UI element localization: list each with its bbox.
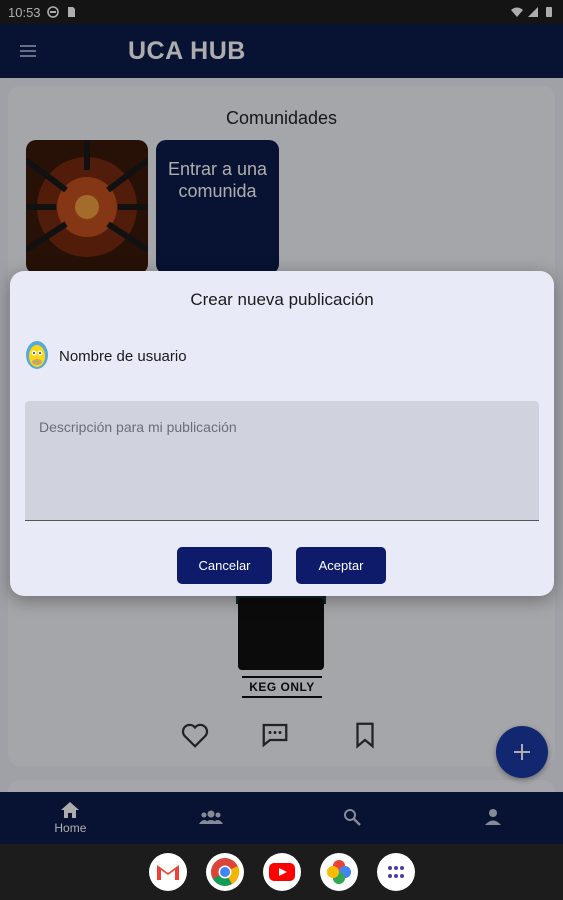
gmail-icon xyxy=(156,865,179,880)
photos-app-icon[interactable] xyxy=(319,853,358,891)
dialog-title: Crear nueva publicación xyxy=(190,290,374,309)
chrome-icon xyxy=(210,858,239,886)
youtube-app-icon[interactable] xyxy=(262,853,301,891)
gmail-app-icon[interactable] xyxy=(148,853,187,891)
app-drawer-button[interactable] xyxy=(376,853,415,891)
user-row: Nombre de usuario xyxy=(25,341,187,371)
photos-icon xyxy=(326,860,351,884)
accept-button-label: Aceptar xyxy=(318,558,364,573)
youtube-icon xyxy=(268,863,295,881)
app-drawer-icon xyxy=(387,866,404,878)
username-label: Nombre de usuario xyxy=(59,347,187,365)
user-avatar-icon xyxy=(26,341,48,369)
system-dock xyxy=(0,844,563,900)
accept-button[interactable]: Aceptar xyxy=(296,547,386,584)
cancel-button[interactable]: Cancelar xyxy=(177,547,272,584)
cancel-button-label: Cancelar xyxy=(198,558,251,573)
create-post-dialog: Crear nueva publicación Nombre de usuari… xyxy=(10,271,554,596)
post-description-input[interactable]: Descripción para mi publicación xyxy=(25,401,539,521)
description-placeholder: Descripción para mi publicación xyxy=(39,419,237,435)
chrome-app-icon[interactable] xyxy=(205,853,244,891)
